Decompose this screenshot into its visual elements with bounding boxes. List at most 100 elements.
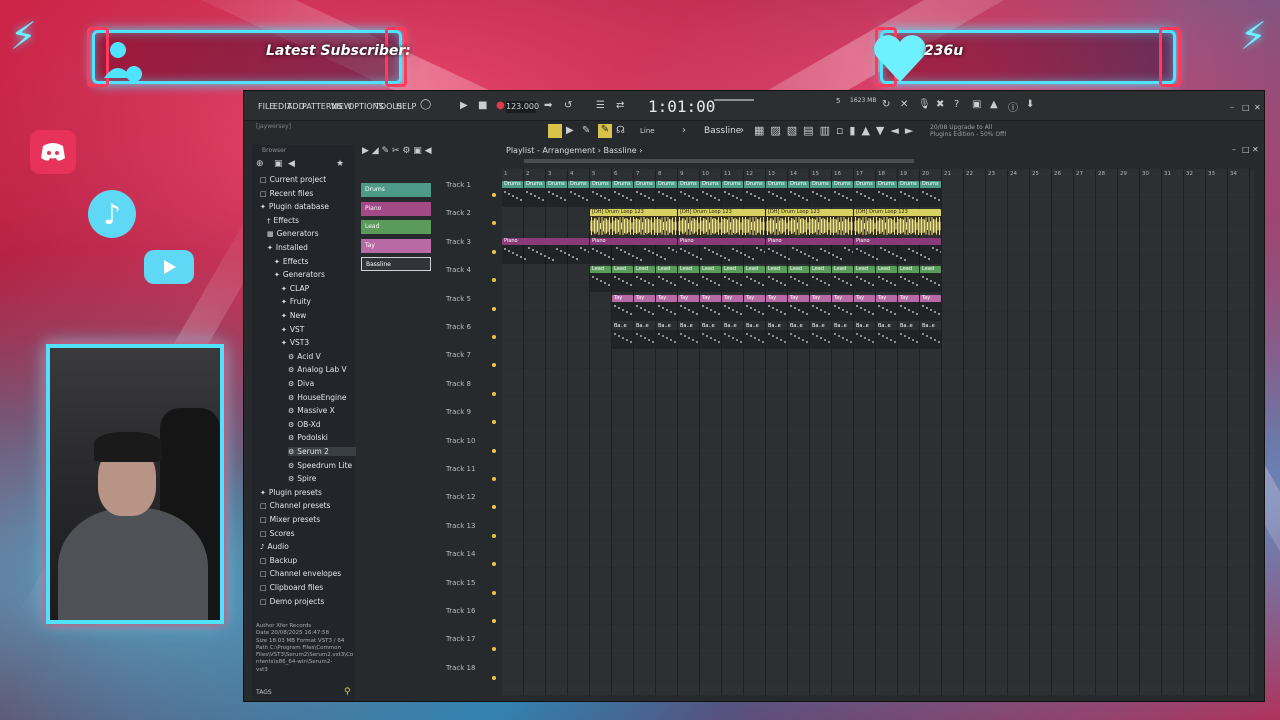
track-header[interactable]: Track 7 (446, 351, 498, 379)
clip-tay[interactable]: Tay (898, 294, 919, 321)
clip-drum_loop[interactable]: [DH] Drum Loop 123 (590, 209, 677, 236)
browser-item[interactable]: ✦ Generators (274, 270, 325, 279)
clip-lead[interactable]: Lead (700, 266, 721, 293)
clip-bassline[interactable]: Ba..e (854, 323, 875, 349)
clip-drums[interactable]: Drums (590, 181, 611, 207)
pattern-picker-item[interactable]: Tay (361, 238, 431, 253)
pattern-picker-item[interactable]: Piano (361, 201, 431, 216)
track-dot-icon[interactable] (492, 278, 496, 283)
clip-lead[interactable]: Lead (766, 266, 787, 293)
clip-drums[interactable]: Drums (656, 181, 677, 207)
browser-item[interactable]: ✦ Effects (274, 257, 308, 266)
timeline-ruler[interactable]: 1 2 3 4 5 6 7 8 9 10 11 12 13 14 15 16 17 18 19 20 21 22 23 24 2… (502, 171, 1254, 181)
playlist-menu-icon[interactable]: ▶ ◢ ✎ ✂ ⚙ ▣ ◀ (362, 146, 432, 156)
browser-item[interactable]: □ Mixer presets (260, 515, 320, 524)
clip-lead[interactable]: Lead (634, 266, 655, 293)
clip-tay[interactable]: Tay (832, 294, 853, 321)
browser-item[interactable]: □ Clipboard files (260, 583, 323, 592)
track-header[interactable]: Track 8 (446, 380, 498, 408)
clip-bassline[interactable]: Ba..e (678, 323, 699, 349)
clip-lead[interactable]: Lead (678, 266, 699, 293)
browser-item[interactable]: ✦ Plugin database (260, 202, 329, 211)
clip-lead[interactable]: Lead (744, 266, 765, 293)
clip-bassline[interactable]: Ba..e (700, 323, 721, 349)
clip-drum_loop[interactable]: [DH] Drum Loop 123 (678, 209, 765, 236)
download-icon[interactable]: ⬇ (1026, 99, 1034, 110)
menu-help[interactable]: HELP (396, 102, 416, 111)
clip-drums[interactable]: Drums (920, 181, 941, 207)
track-header[interactable]: Track 10 (446, 437, 498, 465)
info-icon[interactable]: ⓘ (1008, 99, 1018, 114)
clip-lead[interactable]: Lead (656, 266, 677, 293)
track-dot-icon[interactable] (492, 619, 496, 623)
track-header[interactable]: Track 16 (446, 607, 498, 635)
pattern-picker-item[interactable]: Bassline (361, 257, 431, 271)
track-dot-icon[interactable] (492, 590, 496, 595)
browser-item[interactable]: ⚙ Diva (288, 379, 314, 388)
browser-item[interactable]: □ Backup (260, 556, 297, 565)
track-header[interactable]: Track 4 (446, 266, 498, 294)
clip-lead[interactable]: Lead (722, 266, 743, 293)
browser-item[interactable]: ⚙ Spire (288, 474, 316, 483)
track-header[interactable]: Track 18 (446, 664, 498, 692)
track-header[interactable]: Track 11 (446, 465, 498, 493)
clip-lead[interactable]: Lead (876, 266, 897, 293)
track-dot-icon[interactable] (492, 448, 496, 453)
file-icon[interactable]: ▣ (274, 159, 283, 169)
clip-tay[interactable]: Tay (876, 294, 897, 321)
track-dot-icon[interactable] (492, 249, 496, 254)
pin-icon[interactable]: ▲ (990, 99, 998, 110)
clip-bassline[interactable]: Ba..e (920, 323, 941, 349)
clip-bassline[interactable]: Ba..e (766, 323, 787, 349)
clip-tay[interactable]: Tay (700, 294, 721, 321)
clip-drums[interactable]: Drums (832, 181, 853, 207)
clip-piano[interactable]: Piano (502, 237, 589, 264)
clip-bassline[interactable]: Ba..e (810, 323, 831, 349)
track-header[interactable]: Track 1 (446, 181, 498, 209)
clip-bassline[interactable]: Ba..e (788, 323, 809, 349)
browser-item[interactable]: ✦ Fruity (281, 297, 311, 306)
track-dot-icon[interactable] (492, 562, 496, 567)
stop-icon[interactable]: ■ (478, 100, 487, 111)
browser-item[interactable]: ⚙ HouseEngine (288, 393, 347, 402)
pattern-next-icon[interactable]: › (740, 125, 744, 136)
add-icon[interactable]: ⊕ (256, 159, 264, 169)
clip-drums[interactable]: Drums (700, 181, 721, 207)
browser-item[interactable]: ✦ Installed (267, 243, 308, 252)
clip-drum_loop[interactable]: [DH] Drum Loop 123 (766, 209, 853, 236)
next-arrow-icon[interactable]: › (682, 125, 686, 136)
browser-item[interactable]: □ Channel presets (260, 501, 330, 510)
snap-mode-label[interactable]: Line (640, 127, 655, 135)
clip-tay[interactable]: Tay (854, 294, 875, 321)
clip-lead[interactable]: Lead (898, 266, 919, 293)
browser-item[interactable]: □ Current project (260, 175, 326, 184)
clip-piano[interactable]: Piano (590, 237, 677, 264)
clip-drums[interactable]: Drums (876, 181, 897, 207)
track-header[interactable]: Track 3 (446, 238, 498, 266)
clip-drums[interactable]: Drums (634, 181, 655, 207)
browser-item[interactable]: ⚙ Massive X (288, 406, 335, 415)
clip-tay[interactable]: Tay (634, 294, 655, 321)
clip-tay[interactable]: Tay (788, 294, 809, 321)
browser-item[interactable]: ♪ Audio (260, 542, 289, 551)
star-icon[interactable]: ★ (336, 159, 344, 169)
clip-lead[interactable]: Lead (788, 266, 809, 293)
mute-icon[interactable]: ✖ (936, 99, 944, 110)
clip-tay[interactable]: Tay (722, 294, 743, 321)
track-dot-icon[interactable] (492, 193, 496, 197)
clip-tay[interactable]: Tay (656, 294, 677, 321)
record-icon[interactable]: ● (496, 100, 505, 111)
track-dot-icon[interactable] (492, 420, 496, 425)
clip-drums[interactable]: Drums (612, 181, 633, 207)
clip-bassline[interactable]: Ba..e (722, 323, 743, 349)
track-header[interactable]: Track 14 (446, 550, 498, 578)
help-icon[interactable]: ? (954, 99, 959, 110)
browser-item[interactable]: ✦ VST (281, 325, 304, 334)
clip-bassline[interactable]: Ba..e (656, 323, 677, 349)
mixer-icon[interactable]: ☰ (596, 100, 605, 111)
clip-drums[interactable]: Drums (524, 181, 545, 207)
playlist-close-icon[interactable]: ✕ (1252, 145, 1259, 154)
arrow-icon[interactable]: ▶ (566, 125, 574, 136)
mic-icon[interactable]: 🎙 (918, 99, 931, 110)
browser-item[interactable]: □ Recent files (260, 189, 313, 198)
